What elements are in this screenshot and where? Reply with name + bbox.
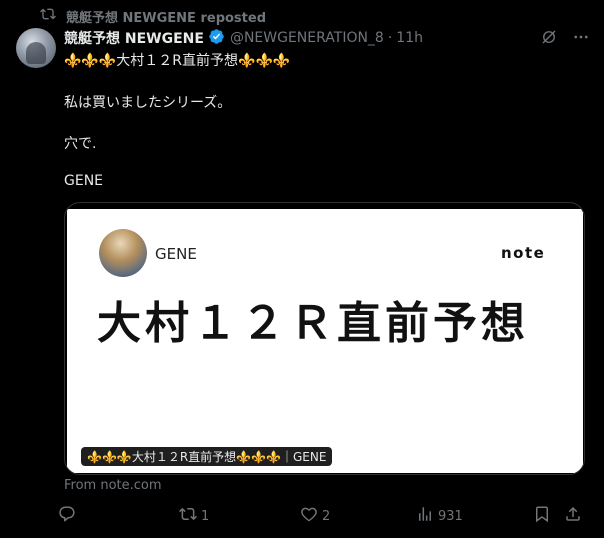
post-header: 競艇予想 NEWGENE @NEWGENERATION_8 · 11h [64, 28, 588, 48]
post-text-line: 穴で. [64, 136, 97, 152]
separator-dot: · [387, 30, 393, 46]
post-text-line: GENE [64, 173, 104, 189]
reply-icon [58, 505, 76, 527]
card-author-avatar [99, 229, 147, 277]
author-avatar[interactable] [16, 28, 56, 68]
author-handle[interactable]: @NEWGENERATION_8 [230, 30, 384, 46]
share-icon [564, 505, 582, 527]
header-actions [540, 28, 590, 50]
post-actions: 1 2 931 [58, 505, 590, 527]
card-image: GENE note 大村１２Ｒ直前予想 ⚜️⚜️⚜️大村１２R直前予想⚜️⚜️⚜… [67, 209, 583, 473]
post-text-line: 私は買いましたシリーズ。 [64, 95, 232, 111]
card-title: 大村１２Ｒ直前予想 [97, 298, 529, 349]
card-author-name: GENE [155, 245, 197, 263]
repost-icon [40, 6, 56, 26]
more-icon[interactable] [572, 28, 590, 50]
post-title-line: ⚜️⚜️⚜️大村１２R直前予想⚜️⚜️⚜️ [64, 53, 291, 69]
share-button[interactable] [564, 505, 582, 527]
grok-icon[interactable] [540, 28, 558, 50]
verified-badge-icon [204, 28, 230, 49]
bookmark-icon [533, 505, 551, 527]
views-count: 931 [438, 508, 463, 524]
card-source[interactable]: From note.com [64, 478, 162, 493]
post-timestamp[interactable]: 11h [396, 30, 423, 46]
reply-button[interactable] [58, 505, 80, 527]
like-button[interactable]: 2 [300, 505, 330, 527]
card-caption: ⚜️⚜️⚜️大村１２R直前予想⚜️⚜️⚜️｜GENE [81, 447, 333, 466]
repost-button[interactable]: 1 [179, 505, 209, 527]
bookmark-button[interactable] [533, 505, 551, 527]
repost-count: 1 [201, 508, 210, 524]
repost-icon [179, 505, 197, 527]
views-icon [416, 505, 434, 527]
views-button[interactable]: 931 [416, 505, 463, 527]
note-logo: note [501, 244, 549, 265]
link-card[interactable]: GENE note 大村１２Ｒ直前予想 ⚜️⚜️⚜️大村１２R直前予想⚜️⚜️⚜… [64, 202, 585, 475]
like-icon [300, 505, 318, 527]
svg-text:note: note [501, 245, 545, 261]
repost-label: 競艇予想 NEWGENE reposted [66, 10, 267, 26]
author-name[interactable]: 競艇予想 NEWGENE [64, 28, 204, 48]
like-count: 2 [322, 508, 331, 524]
repost-indicator[interactable]: 競艇予想 NEWGENE reposted [40, 6, 267, 26]
